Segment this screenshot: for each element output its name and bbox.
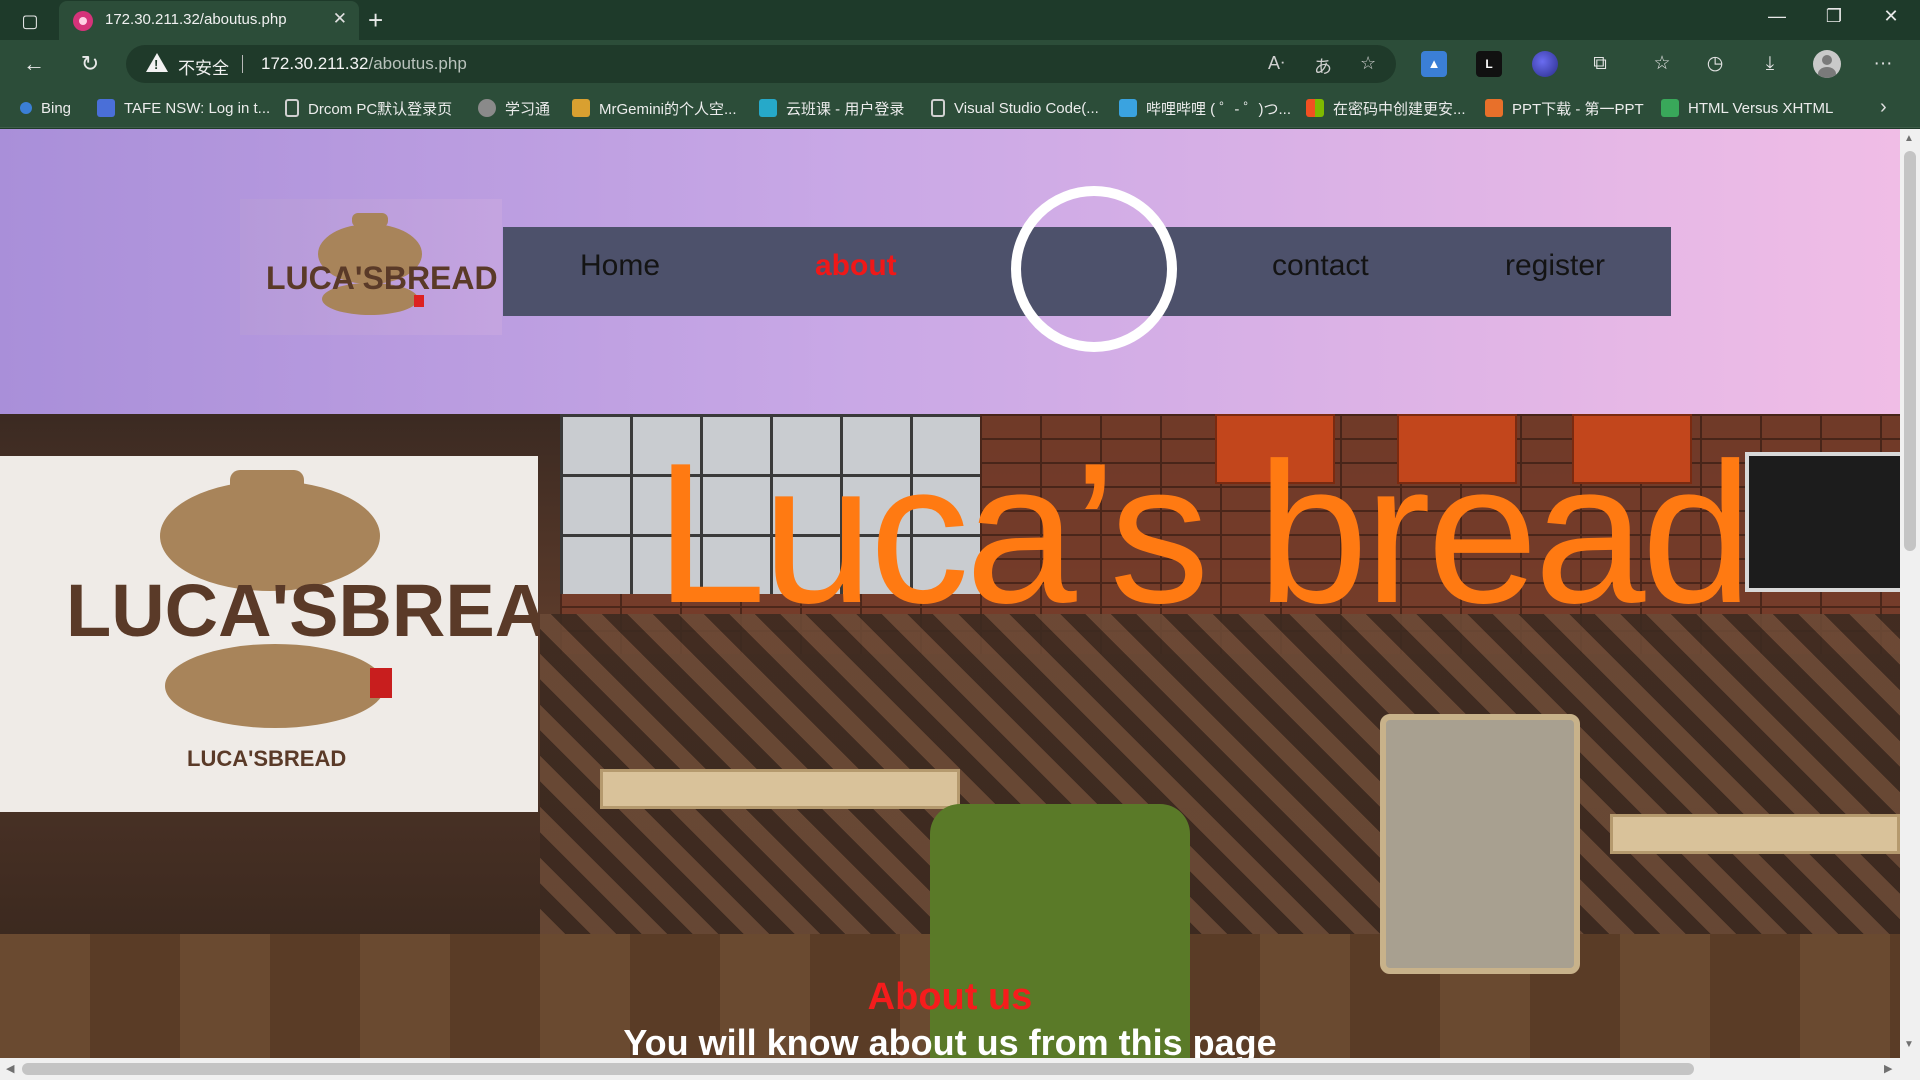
nav-home[interactable]: Home bbox=[580, 249, 660, 283]
close-window-button[interactable]: ✕ bbox=[1871, 6, 1911, 27]
reload-icon[interactable]: ↻ bbox=[74, 50, 106, 78]
nav-contact[interactable]: contact bbox=[1272, 249, 1369, 283]
bookmark-label: Visual Studio Code(... bbox=[954, 99, 1099, 117]
nav-circle-ring bbox=[1011, 186, 1177, 352]
url-path: /aboutus.php bbox=[368, 54, 467, 73]
hero-title: Luca’s bread bbox=[655, 422, 1753, 645]
bookmarks-bar: Bing TAFE NSW: Log in t... Drcom PC默认登录页… bbox=[0, 88, 1920, 128]
bookmark-item[interactable]: Bing bbox=[20, 97, 71, 119]
hero-logo-caption: LUCA'SBREAD bbox=[187, 746, 346, 771]
restore-button[interactable]: ❐ bbox=[1814, 6, 1854, 27]
bookmark-label: 在密码中创建更安... bbox=[1333, 100, 1466, 118]
tafe-icon bbox=[97, 99, 115, 117]
tab-bar: ▢ 172.30.211.32/aboutus.php ✕ + — ❐ ✕ bbox=[0, 0, 1920, 40]
omnibox-divider bbox=[242, 55, 243, 73]
page-icon bbox=[931, 99, 945, 117]
url-text[interactable]: 172.30.211.32/aboutus.php bbox=[261, 54, 467, 74]
hero-logo-card: LUCA'SBREAD LUCA'SBREAD bbox=[0, 456, 602, 812]
tab-actions-icon[interactable]: ▢ bbox=[12, 8, 48, 34]
bookmark-item[interactable]: HTML Versus XHTML bbox=[1661, 97, 1833, 119]
bookmark-label: HTML Versus XHTML bbox=[1688, 99, 1834, 117]
extension-globe-icon[interactable] bbox=[1532, 51, 1558, 77]
vertical-scrollbar[interactable]: ▲ ▼ bbox=[1900, 129, 1920, 1058]
horizontal-scroll-thumb[interactable] bbox=[22, 1063, 1694, 1075]
nav-register[interactable]: register bbox=[1505, 249, 1605, 283]
search-icon bbox=[20, 102, 32, 114]
bookmarks-overflow-icon[interactable]: › bbox=[1880, 96, 1887, 119]
warning-icon[interactable] bbox=[146, 53, 168, 72]
bread-pot-large-logo-icon: LUCA'SBREAD LUCA'SBREAD bbox=[66, 470, 602, 771]
active-tab[interactable]: 172.30.211.32/aboutus.php ✕ bbox=[59, 1, 359, 40]
extension-dark-icon[interactable]: L bbox=[1476, 51, 1502, 77]
header-logo[interactable]: LUCA'SBREAD bbox=[240, 199, 502, 335]
page-viewport: LUCA'SBREAD Home about contact register bbox=[0, 129, 1920, 1080]
bookmark-label: 哔哩哔哩 ( ゜- ゜)つ... bbox=[1146, 100, 1291, 118]
bilibili-icon bbox=[1119, 99, 1137, 117]
cafe-table bbox=[600, 769, 960, 809]
bookmark-item[interactable]: 学习通 bbox=[478, 97, 550, 119]
logo-text: LUCA'SBREAD bbox=[266, 260, 498, 296]
bookmark-item[interactable]: MrGemini的个人空... bbox=[572, 97, 737, 119]
w3-icon bbox=[1661, 99, 1679, 117]
bookmark-item[interactable]: Visual Studio Code(... bbox=[931, 97, 1099, 119]
add-favorite-icon[interactable]: ☆ bbox=[1360, 53, 1376, 74]
extensions-puzzle-icon[interactable]: ⧉ bbox=[1587, 51, 1613, 77]
favorites-icon[interactable]: ☆ bbox=[1649, 51, 1675, 77]
globe-icon bbox=[478, 99, 496, 117]
site-header: LUCA'SBREAD Home about contact register bbox=[0, 129, 1900, 414]
bookmark-item[interactable]: Drcom PC默认登录页 bbox=[285, 97, 452, 119]
cloud-icon bbox=[759, 99, 777, 117]
cafe-chair bbox=[1380, 714, 1580, 974]
bookmark-item[interactable]: 云班课 - 用户登录 bbox=[759, 97, 904, 119]
tab-close-icon[interactable]: ✕ bbox=[333, 9, 347, 29]
bookmark-item[interactable]: PPT下载 - 第一PPT bbox=[1485, 97, 1644, 119]
address-bar[interactable]: 不安全 172.30.211.32/aboutus.php Aᐧ あ ☆ bbox=[126, 45, 1396, 83]
scroll-up-icon[interactable]: ▲ bbox=[1904, 133, 1914, 144]
bookmark-item[interactable]: 在密码中创建更安... bbox=[1306, 97, 1466, 119]
new-tab-button[interactable]: + bbox=[368, 4, 383, 36]
bookmark-label: MrGemini的个人空... bbox=[599, 100, 737, 118]
ppt-icon bbox=[1485, 99, 1503, 117]
more-menu-icon[interactable]: ··· bbox=[1870, 51, 1896, 77]
hero-logo-text: LUCA'SBREAD bbox=[66, 569, 538, 652]
page-icon bbox=[285, 99, 299, 117]
bookmark-label: PPT下载 - 第一PPT bbox=[1512, 100, 1644, 118]
bookmark-label: TAFE NSW: Log in t... bbox=[124, 99, 271, 117]
downloads-icon[interactable]: ⤓ bbox=[1757, 51, 1783, 77]
nav-about[interactable]: about bbox=[815, 249, 897, 283]
read-aloud-icon[interactable]: Aᐧ bbox=[1268, 53, 1285, 74]
scroll-right-icon[interactable]: ▶ bbox=[1884, 1062, 1892, 1075]
security-label[interactable]: 不安全 bbox=[178, 54, 229, 79]
minimize-button[interactable]: — bbox=[1757, 6, 1797, 27]
site-favicon-icon bbox=[73, 11, 93, 31]
about-heading: About us bbox=[867, 976, 1033, 1018]
bookmark-item[interactable]: TAFE NSW: Log in t... bbox=[97, 97, 270, 119]
hero-section: LUCA'SBREAD LUCA'SBREAD Luca’s bread Abo… bbox=[0, 414, 1900, 1080]
bookmark-item[interactable]: 哔哩哔哩 ( ゜- ゜)つ... bbox=[1119, 97, 1291, 119]
bread-pot-logo-icon: LUCA'SBREAD bbox=[266, 213, 498, 315]
browser-toolbar: ← ↻ 不安全 172.30.211.32/aboutus.php Aᐧ あ ☆… bbox=[0, 40, 1920, 88]
vertical-scroll-thumb[interactable] bbox=[1904, 151, 1916, 551]
cafe-table bbox=[1610, 814, 1900, 854]
bookmark-label: Bing bbox=[41, 99, 72, 117]
translate-icon[interactable]: あ bbox=[1314, 53, 1332, 79]
url-host: 172.30.211.32 bbox=[261, 54, 369, 73]
tab-title: 172.30.211.32/aboutus.php bbox=[105, 11, 287, 28]
bookmark-label: Drcom PC默认登录页 bbox=[308, 100, 453, 118]
microsoft-icon bbox=[1306, 99, 1324, 117]
horizontal-scrollbar[interactable]: ◀ ▶ bbox=[0, 1058, 1920, 1080]
bookmark-label: 学习通 bbox=[505, 100, 551, 118]
extension-blue-icon[interactable]: ▲ bbox=[1421, 51, 1447, 77]
shield-icon bbox=[572, 99, 590, 117]
cafe-monitor bbox=[1745, 452, 1900, 592]
profile-avatar[interactable] bbox=[1813, 50, 1841, 78]
bookmark-label: 云班课 - 用户登录 bbox=[786, 100, 905, 118]
back-icon[interactable]: ← bbox=[18, 50, 50, 78]
history-icon[interactable]: ◷ bbox=[1702, 51, 1728, 77]
scroll-down-icon[interactable]: ▼ bbox=[1904, 1039, 1914, 1050]
scroll-left-icon[interactable]: ◀ bbox=[6, 1062, 14, 1075]
